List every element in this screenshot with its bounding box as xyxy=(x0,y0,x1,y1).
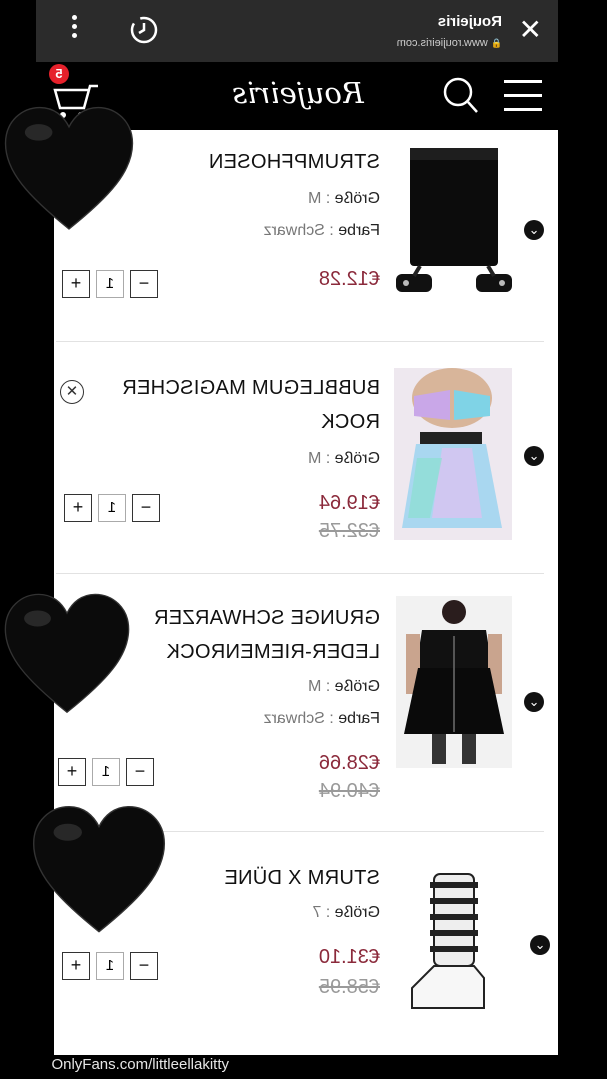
color-value: Schwarz xyxy=(263,710,325,727)
product-size: Größe : 7 xyxy=(312,904,380,921)
cart-count-badge: 5 xyxy=(49,64,69,84)
black-heart-sticker xyxy=(4,106,134,230)
product-name-line-1[interactable]: BUBBLEGUM MAGISCHER xyxy=(122,372,380,404)
product-name-line-2[interactable]: LEDER-RIEMENROCK xyxy=(166,636,380,668)
watermark-text: OnlyFans.com/littleellakitty xyxy=(51,1056,229,1073)
quantity-value[interactable]: 1 xyxy=(92,758,120,786)
chevron-down-icon[interactable]: ⌄ xyxy=(530,935,550,955)
size-value: M xyxy=(307,190,322,207)
size-value: M xyxy=(307,678,322,695)
quantity-stepper: − 1 + xyxy=(52,758,154,786)
size-label: Größe xyxy=(334,904,380,921)
history-icon[interactable] xyxy=(128,14,160,46)
black-heart-sticker xyxy=(4,593,130,714)
product-color: Farbe : Schwarz xyxy=(263,222,381,239)
product-original-price: €32.75 xyxy=(318,520,380,542)
increase-quantity-button[interactable]: + xyxy=(58,758,86,786)
size-value: 7 xyxy=(312,904,322,921)
product-image-platform-boots[interactable] xyxy=(404,868,508,1016)
increase-quantity-button[interactable]: + xyxy=(64,494,92,522)
quantity-stepper: − 1 + xyxy=(56,270,158,298)
quantity-stepper: − 1 + xyxy=(58,494,160,522)
decrease-quantity-button[interactable]: − xyxy=(130,270,158,298)
quantity-stepper: − 1 + xyxy=(56,952,158,980)
hamburger-menu-icon[interactable] xyxy=(504,80,542,114)
product-name[interactable]: STRUMPFHOSEN xyxy=(209,146,380,178)
increase-quantity-button[interactable]: + xyxy=(62,270,90,298)
site-title: Roujeiris xyxy=(437,13,502,30)
product-name[interactable]: STURM X DÜNE xyxy=(224,862,380,894)
search-icon[interactable] xyxy=(440,76,480,116)
color-label: Farbe xyxy=(338,710,380,727)
chevron-down-icon[interactable]: ⌄ xyxy=(524,446,544,466)
quantity-value[interactable]: 1 xyxy=(98,494,126,522)
product-name-line-1[interactable]: GRUNGE SCHWARZER xyxy=(154,602,380,634)
product-original-price: €58.95 xyxy=(318,976,380,998)
product-price: €19.64 xyxy=(318,492,380,514)
product-price: €31.10 xyxy=(318,946,380,968)
chevron-down-icon[interactable]: ⌄ xyxy=(524,692,544,712)
product-price: €28.66 xyxy=(318,752,380,774)
site-logo[interactable]: Roujeiris xyxy=(218,76,378,110)
product-name-line-2[interactable]: ROCK xyxy=(321,406,380,438)
black-heart-sticker xyxy=(32,805,166,933)
chevron-down-icon[interactable]: ⌄ xyxy=(524,220,544,240)
product-size: Größe : M xyxy=(307,678,380,695)
size-value: M xyxy=(307,450,322,467)
more-options-icon[interactable] xyxy=(70,15,78,47)
size-label: Größe xyxy=(334,450,380,467)
close-icon[interactable]: ✕ xyxy=(519,13,542,47)
size-label: Größe xyxy=(334,678,380,695)
product-price: €12.28 xyxy=(318,268,380,290)
decrease-quantity-button[interactable]: − xyxy=(130,952,158,980)
quantity-value[interactable]: 1 xyxy=(96,270,124,298)
remove-item-icon[interactable]: ✕ xyxy=(60,380,84,404)
product-image-shorts[interactable] xyxy=(394,146,512,310)
site-url: 🔒www.roujieiris.com xyxy=(397,37,502,49)
product-size: Größe : M xyxy=(307,190,380,207)
decrease-quantity-button[interactable]: − xyxy=(126,758,154,786)
site-url-text: www.roujieiris.com xyxy=(396,37,488,49)
increase-quantity-button[interactable]: + xyxy=(62,952,90,980)
cart-item: ⌄ BUBBLEGUM MAGISCHER ROCK Größe : M €19… xyxy=(54,342,558,574)
size-label: Größe xyxy=(334,190,380,207)
color-label: Farbe xyxy=(338,222,380,239)
lock-icon: 🔒 xyxy=(490,38,502,48)
product-size: Größe : M xyxy=(307,450,380,467)
color-value: Schwarz xyxy=(263,222,325,239)
decrease-quantity-button[interactable]: − xyxy=(132,494,160,522)
browser-topbar: ✕ Roujeiris 🔒www.roujieiris.com xyxy=(36,0,558,62)
product-image-holographic-skirt[interactable] xyxy=(394,368,512,540)
product-color: Farbe : Schwarz xyxy=(263,710,381,727)
product-original-price: €40.94 xyxy=(318,780,380,802)
product-image-leather-skirt[interactable] xyxy=(396,596,512,768)
quantity-value[interactable]: 1 xyxy=(96,952,124,980)
